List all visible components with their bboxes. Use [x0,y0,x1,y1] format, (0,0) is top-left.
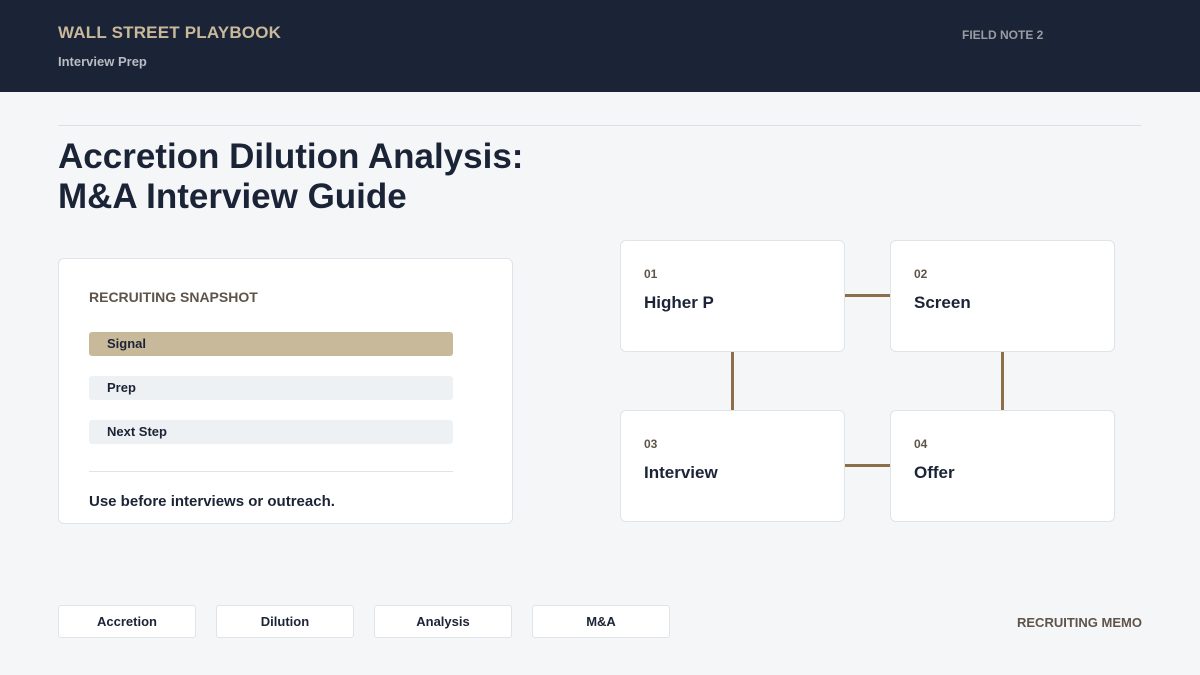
recruiting-snapshot-card: RECRUITING SNAPSHOT Signal Prep Next Ste… [58,258,513,524]
snapshot-item-signal[interactable]: Signal [89,332,453,356]
step-number: 02 [914,267,928,281]
step-label: Higher P [644,293,714,312]
snapshot-note: Use before interviews or outreach. [89,493,335,510]
page: WALL STREET PLAYBOOK Interview Prep FIEL… [0,0,1200,675]
snapshot-divider [89,471,453,472]
step-number: 03 [644,437,658,451]
page-title-line-2: M&A Interview Guide [58,177,407,216]
step-card-04[interactable]: 04 Offer [890,410,1115,522]
page-title: Accretion Dilution Analysis: M&A Intervi… [58,137,523,217]
brand-title: WALL STREET PLAYBOOK [58,23,282,42]
page-title-line-1: Accretion Dilution Analysis: [58,137,524,176]
step-card-02[interactable]: 02 Screen [890,240,1115,352]
step-card-01[interactable]: 01 Higher P [620,240,845,352]
connector-02-04 [1001,352,1004,410]
brand-subtitle: Interview Prep [58,54,147,69]
field-note-label: FIELD NOTE 2 [962,28,1044,42]
step-number: 04 [914,437,928,451]
snapshot-item-next-step[interactable]: Next Step [89,420,453,444]
tag-accretion[interactable]: Accretion [58,605,196,638]
snapshot-title: RECRUITING SNAPSHOT [89,289,258,305]
step-label: Interview [644,463,718,482]
footer-memo-label: RECRUITING MEMO [1017,615,1142,630]
title-divider [58,125,1141,126]
snapshot-item-prep[interactable]: Prep [89,376,453,400]
step-number: 01 [644,267,658,281]
tag-m-and-a[interactable]: M&A [532,605,670,638]
step-label: Screen [914,293,971,312]
step-card-03[interactable]: 03 Interview [620,410,845,522]
tag-dilution[interactable]: Dilution [216,605,354,638]
connector-01-03 [731,352,734,410]
step-label: Offer [914,463,955,482]
header-bar: WALL STREET PLAYBOOK Interview Prep FIEL… [0,0,1200,92]
connector-01-02 [845,294,890,297]
tag-analysis[interactable]: Analysis [374,605,512,638]
connector-03-04 [845,464,890,467]
